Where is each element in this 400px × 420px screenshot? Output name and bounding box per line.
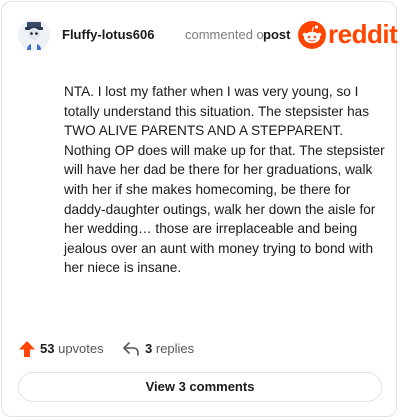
replies-number: 3 (145, 341, 153, 356)
comment-action-text: commented on (185, 27, 271, 42)
comment-header: Fluffy-lotus606 commented on post reddit (18, 18, 398, 52)
comment-footer: 53 upvotes 3 replies (18, 338, 378, 360)
upvote-arrow-icon[interactable] (18, 340, 36, 358)
reddit-wordmark: reddit (328, 19, 398, 49)
comment-author[interactable]: Fluffy-lotus606 (62, 27, 154, 42)
post-link[interactable]: post (263, 27, 290, 42)
upvotes-count: 53 upvotes (40, 341, 104, 356)
replies-word: replies (155, 341, 195, 356)
comment-card: Fluffy-lotus606 commented on post reddit… (1, 1, 398, 417)
upvotes-word: upvotes (58, 341, 104, 356)
user-avatar-icon[interactable] (18, 19, 50, 51)
reply-arrow-icon[interactable] (122, 341, 140, 357)
reddit-logo[interactable]: reddit (298, 19, 398, 50)
view-comments-button[interactable]: View 3 comments (18, 372, 382, 402)
comment-body: NTA. I lost my father when I was very yo… (64, 84, 385, 276)
replies-count: 3 replies (145, 341, 194, 356)
upvotes-number: 53 (40, 341, 55, 356)
reddit-snoo-icon (298, 21, 326, 49)
